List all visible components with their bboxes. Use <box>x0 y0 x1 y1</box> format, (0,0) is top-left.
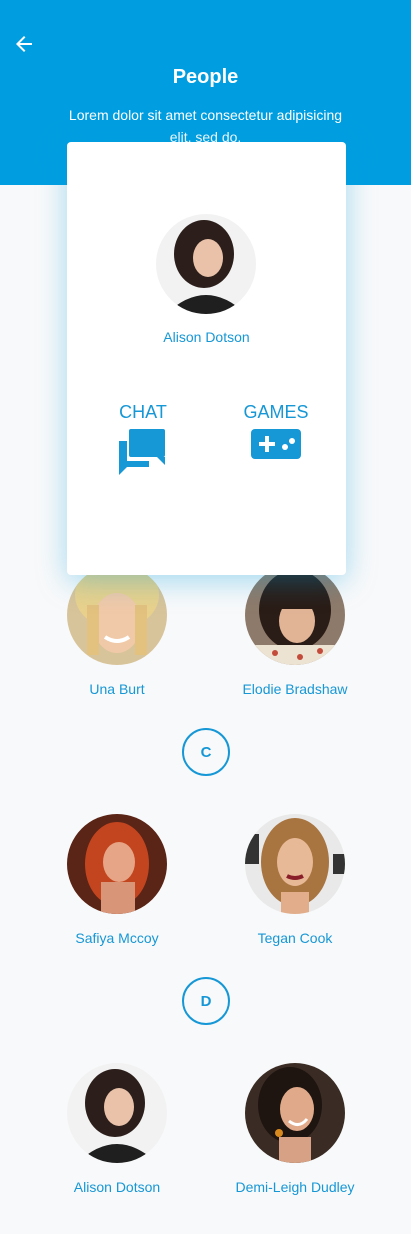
profile-card: Alison Dotson CHAT GAMES <box>67 142 346 575</box>
chat-button[interactable]: CHAT <box>83 402 203 480</box>
person-name[interactable]: Demi-Leigh Dudley <box>215 1179 375 1195</box>
section-letter-badge: D <box>182 977 230 1025</box>
person-name[interactable]: Tegan Cook <box>215 930 375 946</box>
back-arrow-icon[interactable] <box>12 32 36 56</box>
chat-label: CHAT <box>119 402 167 422</box>
games-button[interactable]: GAMES <box>216 402 336 464</box>
page-subtitle: Lorem dolor sit amet consectetur adipisi… <box>68 107 343 144</box>
page-title: People <box>172 66 239 88</box>
gamepad-icon <box>251 429 301 459</box>
avatar[interactable] <box>245 814 345 914</box>
person-name[interactable]: Una Burt <box>37 681 197 697</box>
profile-avatar <box>156 214 256 314</box>
avatar[interactable] <box>67 565 167 665</box>
avatar[interactable] <box>245 1063 345 1163</box>
profile-name: Alison Dotson <box>163 329 250 345</box>
section-letter-badge: C <box>182 728 230 776</box>
chat-icon <box>119 429 165 475</box>
avatar[interactable] <box>67 814 167 914</box>
avatar[interactable] <box>245 565 345 665</box>
games-label: GAMES <box>243 402 309 422</box>
person-name[interactable]: Safiya Mccoy <box>37 930 197 946</box>
person-name[interactable]: Alison Dotson <box>37 1179 197 1195</box>
person-name[interactable]: Elodie Bradshaw <box>215 681 375 697</box>
avatar[interactable] <box>67 1063 167 1163</box>
